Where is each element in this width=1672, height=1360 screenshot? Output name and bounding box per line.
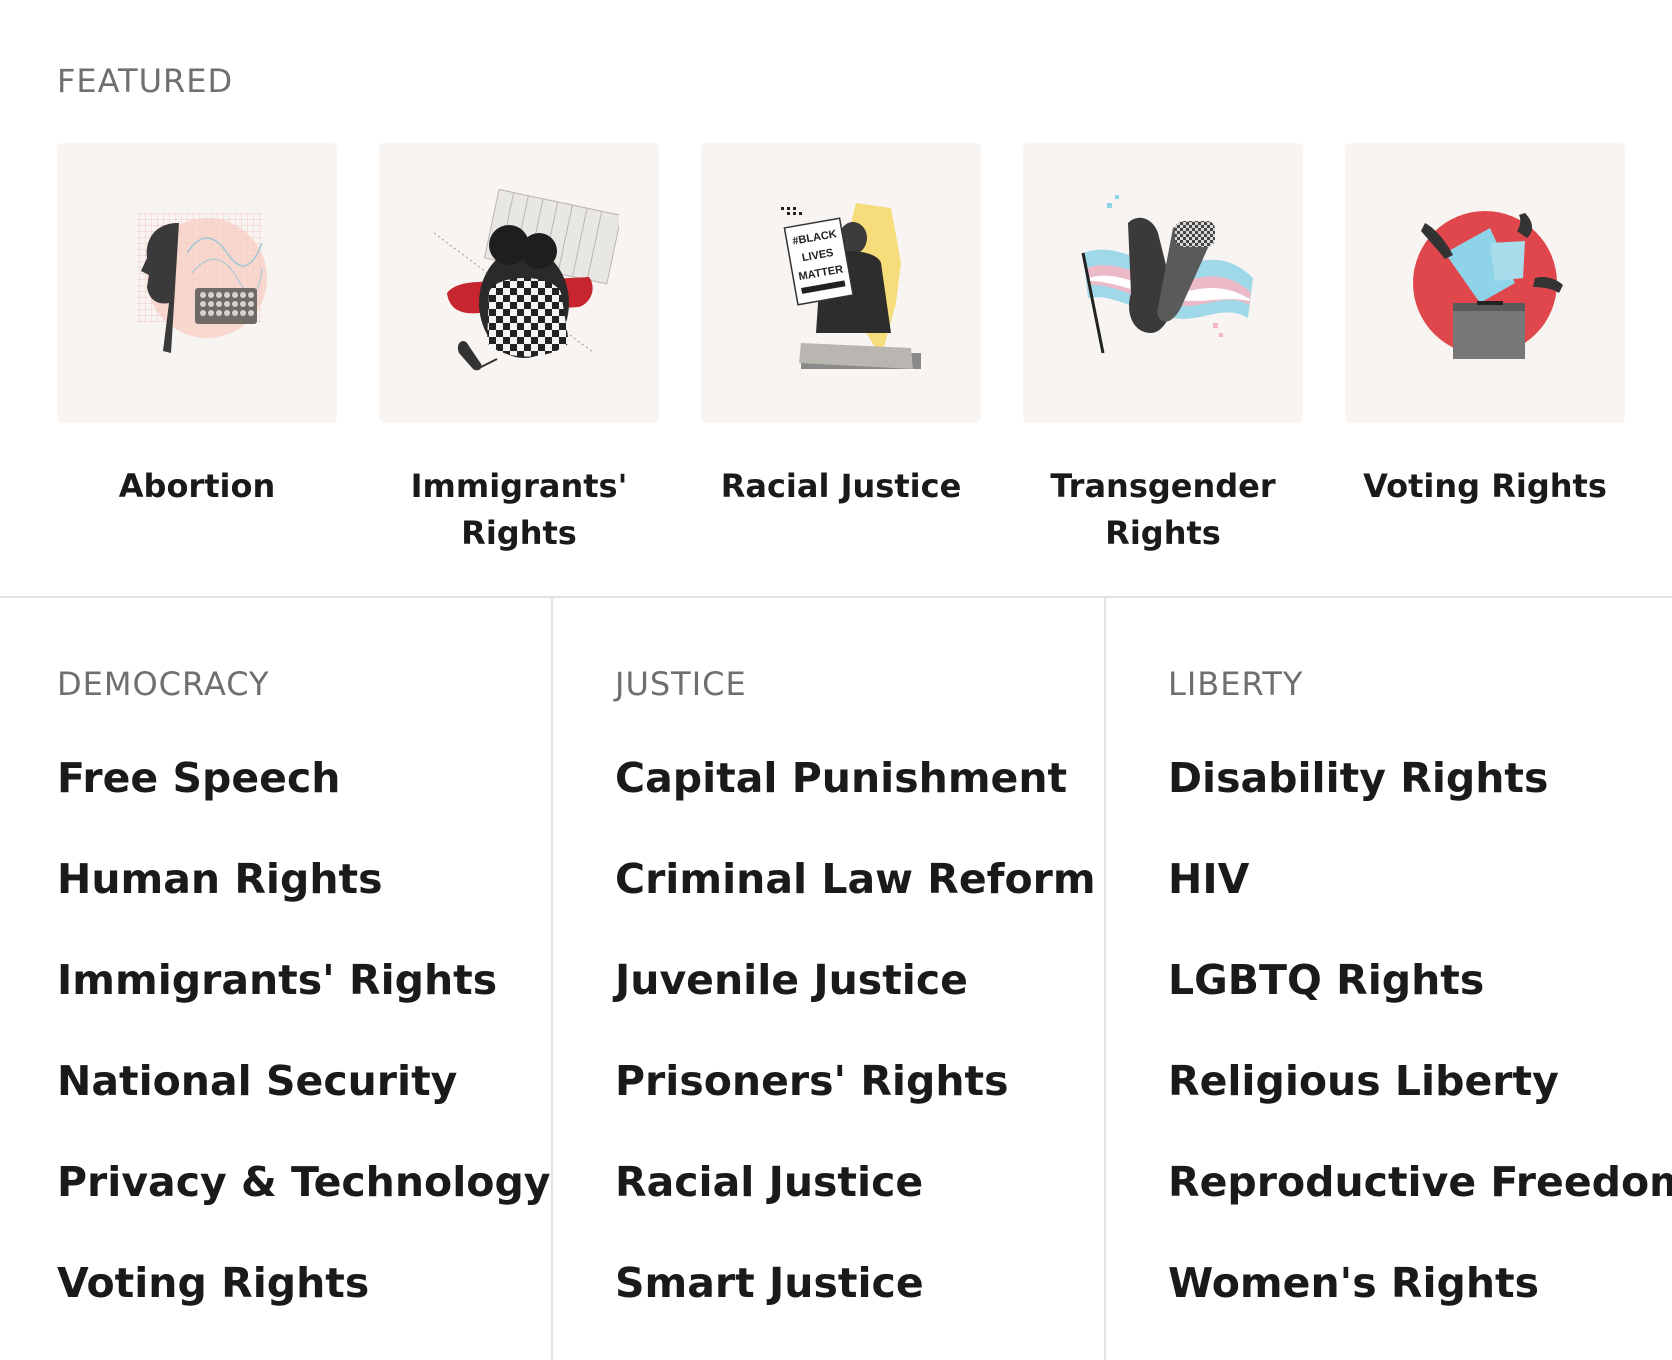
liberty-heading: LIBERTY bbox=[1168, 665, 1304, 703]
democracy-heading: DEMOCRACY bbox=[57, 665, 270, 703]
topic-link-womens-rights[interactable]: Women's Rights bbox=[1168, 1233, 1672, 1334]
featured-section: FEATURED Abortion Immigrants' Rights #BL… bbox=[0, 0, 1672, 598]
liberty-column: LIBERTY Disability Rights HIV LGBTQ Righ… bbox=[1106, 598, 1672, 1360]
featured-heading: FEATURED bbox=[57, 62, 234, 100]
topic-link-religious-liberty[interactable]: Religious Liberty bbox=[1168, 1031, 1672, 1132]
topic-link-smart-justice[interactable]: Smart Justice bbox=[615, 1233, 1104, 1334]
topic-link-hiv[interactable]: HIV bbox=[1168, 829, 1672, 930]
featured-card-title: Voting Rights bbox=[1363, 467, 1607, 505]
topic-link-juvenile-justice[interactable]: Juvenile Justice bbox=[615, 930, 1104, 1031]
topic-columns: DEMOCRACY Free Speech Human Rights Immig… bbox=[0, 598, 1672, 1360]
immigrants-rights-illustration-icon bbox=[379, 143, 659, 423]
topic-link-criminal-law-reform[interactable]: Criminal Law Reform bbox=[615, 829, 1104, 930]
featured-card-title: Immigrants' Rights bbox=[410, 467, 628, 552]
featured-card-title: Abortion bbox=[118, 467, 276, 505]
liberty-list: Disability Rights HIV LGBTQ Rights Relig… bbox=[1168, 728, 1672, 1334]
justice-heading: JUSTICE bbox=[615, 665, 747, 703]
topic-link-prisoners-rights[interactable]: Prisoners' Rights bbox=[615, 1031, 1104, 1132]
topic-link-human-rights[interactable]: Human Rights bbox=[57, 829, 551, 930]
featured-cards: Abortion Immigrants' Rights #BLACK LIVES… bbox=[57, 143, 1625, 557]
featured-card-abortion[interactable]: Abortion bbox=[57, 143, 337, 557]
topic-link-reproductive-freedom[interactable]: Reproductive Freedom bbox=[1168, 1132, 1672, 1233]
justice-column: JUSTICE Capital Punishment Criminal Law … bbox=[553, 598, 1106, 1360]
featured-card-immigrants-rights[interactable]: Immigrants' Rights bbox=[379, 143, 659, 557]
topic-link-immigrants-rights[interactable]: Immigrants' Rights bbox=[57, 930, 551, 1031]
topic-link-lgbtq-rights[interactable]: LGBTQ Rights bbox=[1168, 930, 1672, 1031]
topic-link-free-speech[interactable]: Free Speech bbox=[57, 728, 551, 829]
topic-link-privacy-technology[interactable]: Privacy & Technology bbox=[57, 1132, 551, 1233]
featured-card-racial-justice[interactable]: #BLACK LIVES MATTER Racial Justice bbox=[701, 143, 981, 557]
topic-link-capital-punishment[interactable]: Capital Punishment bbox=[615, 728, 1104, 829]
democracy-column: DEMOCRACY Free Speech Human Rights Immig… bbox=[0, 598, 553, 1360]
topic-link-voting-rights[interactable]: Voting Rights bbox=[57, 1233, 551, 1334]
topic-link-disability-rights[interactable]: Disability Rights bbox=[1168, 728, 1672, 829]
featured-card-voting-rights[interactable]: Voting Rights bbox=[1345, 143, 1625, 557]
featured-card-title: Racial Justice bbox=[720, 467, 962, 505]
democracy-list: Free Speech Human Rights Immigrants' Rig… bbox=[57, 728, 551, 1334]
featured-card-transgender-rights[interactable]: Transgender Rights bbox=[1023, 143, 1303, 557]
voting-rights-illustration-icon bbox=[1345, 143, 1625, 423]
justice-list: Capital Punishment Criminal Law Reform J… bbox=[615, 728, 1104, 1334]
topic-link-racial-justice[interactable]: Racial Justice bbox=[615, 1132, 1104, 1233]
transgender-rights-illustration-icon bbox=[1023, 143, 1303, 423]
abortion-illustration-icon bbox=[57, 143, 337, 423]
featured-card-title: Transgender Rights bbox=[1050, 467, 1276, 552]
racial-justice-illustration-icon: #BLACK LIVES MATTER bbox=[701, 143, 981, 423]
topic-link-national-security[interactable]: National Security bbox=[57, 1031, 551, 1132]
